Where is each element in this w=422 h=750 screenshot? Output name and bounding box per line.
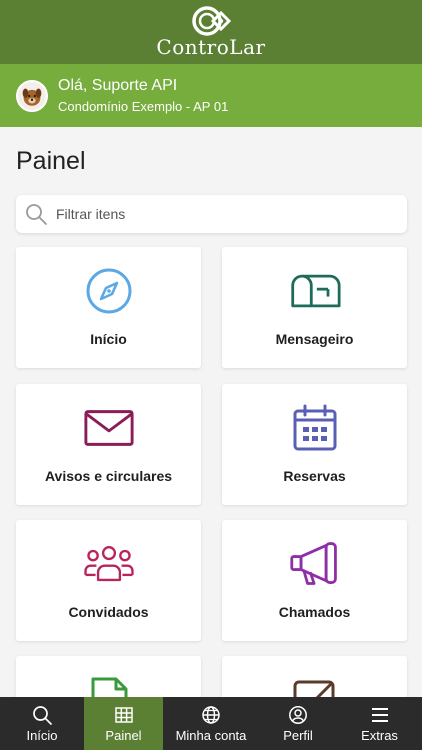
users-icon <box>83 546 134 582</box>
compass-icon <box>86 268 131 314</box>
nav-minha-conta[interactable]: Minha conta <box>163 697 259 750</box>
brand-name: ControLar <box>156 35 266 59</box>
profile-icon <box>289 705 307 724</box>
dashboard-content[interactable]: Painel Início <box>0 127 422 697</box>
mailbox-icon <box>290 274 341 308</box>
menu-card-avisos[interactable]: Avisos e circulares <box>16 384 201 505</box>
document-icon <box>91 677 127 697</box>
nav-label: Perfil <box>283 727 313 743</box>
page-title: Painel <box>16 147 86 175</box>
bottom-nav: Início Painel Minha conta Perfil Extras <box>0 697 422 750</box>
menu-icon <box>371 707 388 722</box>
user-unit: Condomínio Exemplo - AP 01 <box>58 98 229 114</box>
menu-card-label: Mensageiro <box>275 331 354 347</box>
globe-icon <box>202 705 220 724</box>
avatar[interactable] <box>16 79 48 112</box>
menu-card-mensageiro[interactable]: Mensageiro <box>222 247 407 368</box>
calendar-icon <box>293 404 336 451</box>
menu-card-label: Chamados <box>278 604 351 620</box>
menu-card-inicio[interactable]: Início <box>16 247 201 368</box>
nav-label: Painel <box>105 727 142 743</box>
menu-card-convidados[interactable]: Convidados <box>16 520 201 641</box>
menu-card-reservas[interactable]: Reservas <box>222 384 407 505</box>
nav-label: Extras <box>361 727 398 743</box>
menu-card-label: Avisos e circulares <box>44 468 173 484</box>
menu-card-chamados[interactable]: Chamados <box>222 520 407 641</box>
menu-card-label: Reservas <box>283 468 346 484</box>
nav-extras[interactable]: Extras <box>337 697 422 750</box>
menu-card-documentos[interactable] <box>16 656 201 697</box>
envelope-icon <box>83 410 134 446</box>
search-box[interactable] <box>16 195 407 233</box>
user-bar[interactable]: Olá, Suporte API Condomínio Exemplo - AP… <box>0 64 422 127</box>
app-header: ControLar <box>0 0 422 64</box>
nav-inicio[interactable]: Início <box>0 697 84 750</box>
search-icon <box>33 705 52 725</box>
dog-avatar-icon <box>18 81 46 110</box>
controlar-logo-icon <box>192 6 232 36</box>
menu-card-editar[interactable] <box>222 656 407 697</box>
nav-painel[interactable]: Painel <box>84 697 163 750</box>
menu-card-label: Convidados <box>68 604 149 620</box>
user-greeting: Olá, Suporte API <box>58 76 178 94</box>
megaphone-icon <box>289 542 337 585</box>
nav-perfil[interactable]: Perfil <box>259 697 337 750</box>
grid-icon <box>114 706 133 723</box>
nav-label: Início <box>26 727 58 743</box>
menu-card-label: Início <box>90 331 127 347</box>
nav-label: Minha conta <box>175 727 247 743</box>
edit-icon <box>293 680 334 697</box>
search-icon <box>26 204 47 225</box>
search-input[interactable] <box>56 206 376 222</box>
